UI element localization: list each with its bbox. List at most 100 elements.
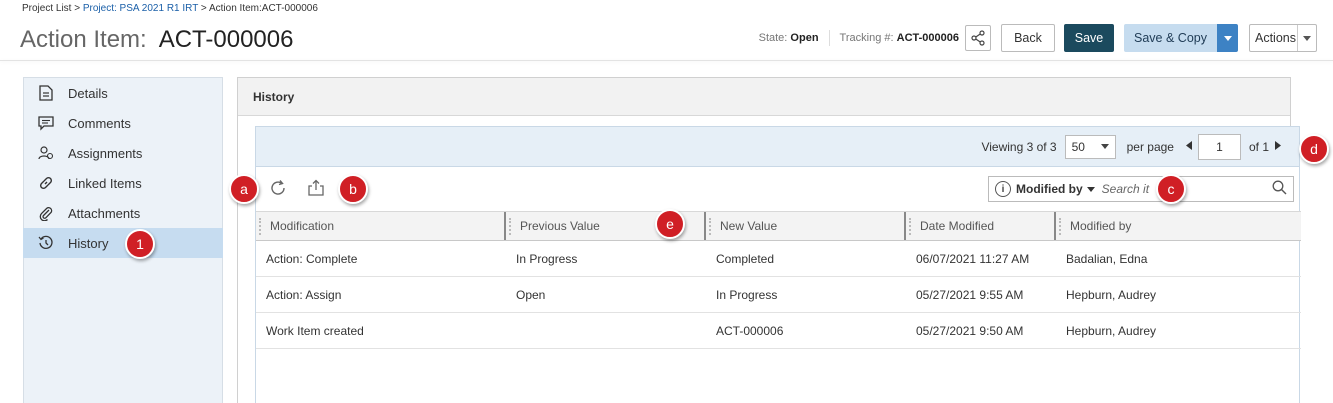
sidebar-item-label: Assignments [68, 145, 143, 161]
column-header-modified-by[interactable]: Modified by [1056, 211, 1301, 241]
header-divider [0, 60, 1333, 61]
table-row[interactable]: Action: Complete In Progress Completed 0… [256, 240, 1301, 277]
tracking-label: Tracking #: [839, 32, 894, 44]
table-cell: 06/07/2021 11:27 AM [906, 240, 1056, 277]
caret-down-icon [1296, 25, 1316, 51]
table-cell: 05/27/2021 9:50 AM [906, 312, 1056, 349]
table-cell: ACT-000006 [706, 312, 906, 349]
table-cell: Action: Complete [256, 240, 506, 277]
callout-badge-e: e [655, 209, 685, 239]
drag-handle-icon[interactable] [709, 218, 713, 235]
sidebar-item-linked-items[interactable]: Linked Items [24, 168, 222, 198]
column-header-label: New Value [720, 219, 778, 233]
actions-dropdown[interactable]: Actions [1249, 24, 1317, 52]
filter-field-select[interactable]: Modified by [1016, 182, 1083, 196]
drag-handle-icon[interactable] [1059, 218, 1063, 235]
per-page-select[interactable]: 50 [1064, 134, 1116, 159]
column-header-label: Modified by [1070, 219, 1132, 233]
page-total: of 1 [1248, 139, 1269, 154]
actions-label: Actions [1255, 31, 1296, 45]
history-grid: Viewing 3 of 3 50 per page 1 of 1 i Modi… [255, 126, 1301, 403]
search-icon[interactable] [1272, 180, 1287, 198]
column-header-label: Modification [270, 219, 335, 233]
caret-down-icon[interactable] [1086, 185, 1095, 194]
info-icon[interactable]: i [995, 181, 1011, 197]
table-cell: Completed [706, 240, 906, 277]
caret-down-icon [1223, 35, 1232, 41]
sidebar-item-label: Linked Items [68, 175, 142, 191]
history-icon [37, 234, 55, 252]
drag-handle-icon[interactable] [909, 218, 913, 235]
callout-badge-b: b [338, 174, 368, 204]
prev-page-icon[interactable] [1185, 141, 1192, 152]
table-cell [506, 312, 706, 349]
link-icon [37, 174, 55, 192]
per-page-label: per page [1126, 139, 1174, 154]
table-cell: Badalian, Edna [1056, 240, 1301, 277]
table-cell: In Progress [506, 240, 706, 277]
viewing-count: Viewing 3 of 3 [981, 140, 1056, 154]
column-header-new-value[interactable]: New Value [706, 211, 907, 241]
state-indicator: State: Open [759, 32, 819, 44]
people-icon [37, 144, 55, 162]
sidebar-item-attachments[interactable]: Attachments [24, 198, 222, 228]
breadcrumb-separator: > [71, 3, 83, 14]
column-header-label: Previous Value [520, 219, 600, 233]
comment-icon [37, 114, 55, 132]
save-copy-dropdown[interactable] [1217, 24, 1238, 52]
paperclip-icon [37, 204, 55, 222]
breadcrumb-project-link[interactable]: Project: PSA 2021 R1 IRT [83, 3, 198, 14]
drag-handle-icon[interactable] [259, 218, 263, 235]
sidebar-item-details[interactable]: Details [24, 78, 222, 108]
state-value: Open [790, 32, 819, 44]
search-filter: i Modified by Search it [988, 176, 1294, 202]
sidebar-item-label: History [68, 235, 109, 251]
sidebar-item-history[interactable]: History [23, 228, 223, 258]
per-page-value: 50 [1071, 139, 1085, 154]
table-cell: Hepburn, Audrey [1056, 276, 1301, 313]
sidebar-item-label: Details [68, 85, 108, 101]
page-title-value: ACT-000006 [158, 26, 294, 53]
tracking-value: ACT-000006 [896, 32, 959, 44]
page-number-input[interactable]: 1 [1197, 133, 1241, 160]
table-cell: Work Item created [256, 312, 506, 349]
table-row[interactable]: Work Item created ACT-000006 05/27/2021 … [256, 312, 1301, 349]
sidebar-item-assignments[interactable]: Assignments [24, 138, 222, 168]
breadcrumb-separator: > [198, 3, 209, 14]
page-title: Action Item: ACT-000006 [20, 26, 293, 54]
divider [828, 30, 830, 46]
breadcrumb: Project List > Project: PSA 2021 R1 IRT … [22, 3, 318, 14]
search-input[interactable]: Search it [1102, 182, 1272, 196]
breadcrumb-project-list[interactable]: Project List [22, 3, 71, 14]
callout-badge-a: a [229, 174, 259, 204]
table-header-row: Modification Previous Value New Value Da… [256, 211, 1301, 241]
panel-title: History [238, 78, 1290, 116]
history-table: Modification Previous Value New Value Da… [256, 211, 1301, 349]
export-button[interactable] [305, 177, 327, 199]
grid-toolbar: i Modified by Search it [256, 167, 1299, 211]
breadcrumb-current: Action Item:ACT-000006 [208, 3, 318, 14]
column-header-date-modified[interactable]: Date Modified [906, 211, 1057, 241]
share-button[interactable] [965, 25, 991, 51]
refresh-button[interactable] [267, 177, 289, 199]
sidebar-item-label: Attachments [68, 205, 141, 221]
export-icon [308, 179, 324, 196]
pager: Viewing 3 of 3 50 per page 1 of 1 [256, 127, 1299, 167]
state-label: State: [758, 32, 788, 44]
save-copy-button[interactable]: Save & Copy [1124, 24, 1217, 52]
column-header-modification[interactable]: Modification [256, 211, 507, 241]
next-page-icon[interactable] [1275, 141, 1281, 152]
refresh-icon [271, 180, 285, 195]
header-actions: State: Open Tracking #: ACT-000006 Back … [759, 24, 1333, 52]
viewing-prefix: Viewing [981, 139, 1027, 154]
document-icon [37, 84, 55, 102]
callout-badge-c: c [1156, 174, 1186, 204]
callout-badge-1: 1 [125, 229, 155, 259]
page-title-label: Action Item: [20, 26, 147, 53]
sidebar: Details Comments Assignments Linked Item… [23, 77, 223, 403]
table-row[interactable]: Action: Assign Open In Progress 05/27/20… [256, 276, 1301, 313]
sidebar-item-comments[interactable]: Comments [24, 108, 222, 138]
drag-handle-icon[interactable] [509, 218, 513, 235]
back-button[interactable]: Back [1001, 24, 1055, 52]
save-button[interactable]: Save [1064, 24, 1114, 52]
